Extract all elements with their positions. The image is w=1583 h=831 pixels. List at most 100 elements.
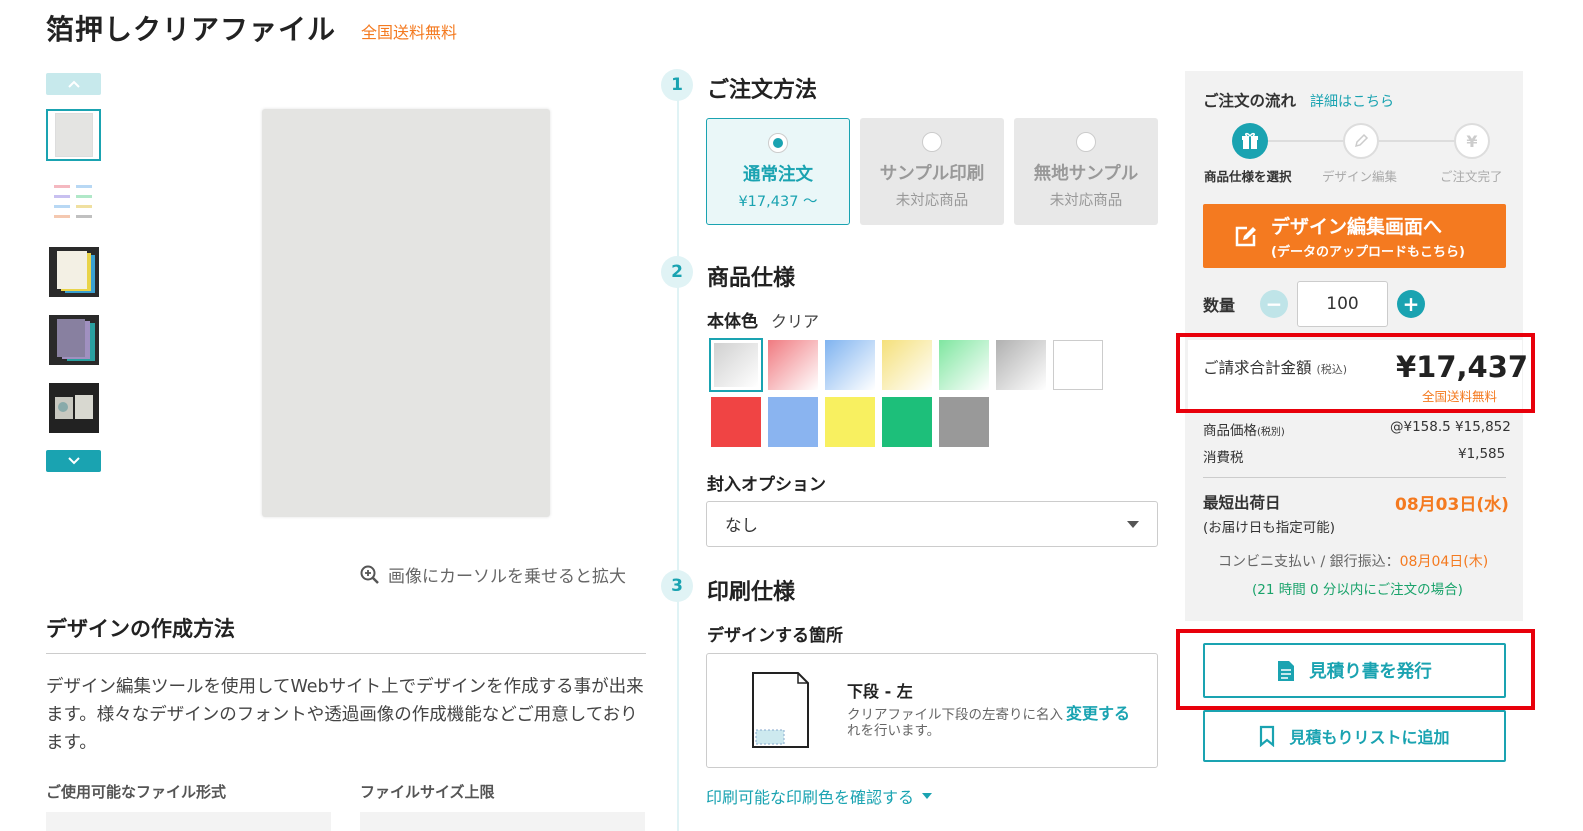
product-price-value: @¥158.5 ¥15,852 — [1390, 419, 1511, 435]
color-swatch[interactable] — [939, 340, 989, 390]
thumbnail-scroll-down-button[interactable] — [46, 450, 101, 472]
thumbnail-3[interactable] — [46, 246, 101, 298]
step-timeline — [677, 72, 679, 831]
color-swatch[interactable] — [996, 340, 1046, 390]
insert-option-value: なし — [725, 516, 758, 535]
color-swatches-row-2 — [711, 397, 989, 447]
pencil-icon — [1354, 133, 1369, 148]
shortest-ship-label: 最短出荷日 — [1203, 494, 1281, 512]
order-method-status: 未対応商品 — [1049, 193, 1123, 209]
color-swatch[interactable] — [1053, 340, 1103, 390]
order-method-normal[interactable]: 通常注文 ¥17,437 ～ — [706, 118, 850, 225]
body-color-value: クリア — [771, 312, 820, 331]
order-method-plain-sample[interactable]: 無地サンプル 未対応商品 — [1014, 118, 1158, 225]
thumbnail-image — [48, 315, 99, 365]
thumbnail-2[interactable] — [46, 178, 101, 230]
flow-step-select-spec — [1232, 123, 1268, 159]
thumbnail-1[interactable] — [46, 109, 101, 161]
step-title-print-spec: 印刷仕様 — [707, 580, 796, 605]
color-swatch[interactable] — [939, 397, 989, 447]
change-location-link[interactable]: 変更する — [1066, 700, 1130, 724]
yen-icon: ¥ — [1466, 131, 1478, 151]
design-method-heading: デザインの作成方法 — [46, 617, 235, 641]
highlight-total-box — [1176, 333, 1535, 413]
consumption-tax-label: 消費税 — [1203, 450, 1244, 466]
step-number-1: 1 — [661, 69, 693, 101]
add-to-estimate-list-label: 見積もりリストに追加 — [1289, 728, 1450, 747]
design-location-title: 下段 - 左 — [847, 682, 913, 701]
color-swatch[interactable] — [882, 397, 932, 447]
dropdown-caret-icon — [1127, 520, 1139, 528]
order-method-price: ¥17,437 ～ — [738, 194, 818, 210]
chevron-down-icon — [67, 457, 80, 465]
thumbnail-image — [53, 185, 92, 218]
quantity-decrement-button[interactable]: − — [1260, 290, 1288, 318]
color-swatch[interactable] — [768, 340, 818, 390]
product-title: 箔押しクリアファイル — [46, 13, 337, 46]
clear-file-location-icon — [752, 672, 809, 748]
step-title-product-spec: 商品仕様 — [707, 266, 796, 291]
highlight-estimate-box — [1176, 629, 1535, 710]
free-shipping-label: 全国送料無料 — [361, 23, 458, 42]
color-swatch[interactable] — [768, 397, 818, 447]
radio-button[interactable] — [922, 132, 942, 152]
order-method-sample-print[interactable]: サンプル印刷 未対応商品 — [860, 118, 1004, 225]
order-method-label: 通常注文 — [743, 165, 813, 185]
confirm-print-colors-text: 印刷可能な印刷色を確認する — [706, 788, 915, 807]
radio-button[interactable] — [768, 133, 788, 153]
order-flow-details-link[interactable]: 詳細はこちら — [1310, 91, 1394, 111]
design-editor-button-sublabel: (データのアップロードもこちら) — [1271, 245, 1465, 260]
add-to-estimate-list-button[interactable]: 見積もりリストに追加 — [1203, 710, 1506, 762]
edit-icon — [1235, 226, 1256, 247]
flow-step-design-edit — [1343, 123, 1379, 159]
flow-step-label-1: 商品仕様を選択 — [1204, 169, 1292, 184]
step-title-order-method: ご注文方法 — [707, 78, 818, 103]
thumbnail-5[interactable] — [46, 382, 101, 434]
thumbnail-image — [48, 383, 99, 433]
product-main-image[interactable] — [262, 109, 550, 517]
quantity-label: 数量 — [1203, 296, 1236, 315]
file-size-label: ファイルサイズ上限 — [360, 783, 495, 801]
thumbnail-image — [48, 247, 99, 297]
flow-step-label-3: ご注文完了 — [1440, 169, 1503, 184]
consumption-tax-value: ¥1,585 — [1458, 446, 1506, 462]
order-deadline-note: (21 時間 0 分以内にご注文の場合) — [1252, 582, 1463, 598]
order-method-label: サンプル印刷 — [879, 164, 985, 184]
color-swatch[interactable] — [711, 397, 761, 447]
order-method-label: 無地サンプル — [1033, 164, 1139, 184]
design-method-body: デザイン編集ツールを使用してWebサイト上でデザインを作成する事が出来ます。様々… — [46, 677, 644, 753]
color-swatch[interactable] — [825, 397, 875, 447]
bookmark-icon — [1260, 725, 1275, 747]
order-method-status: 未対応商品 — [895, 193, 969, 209]
body-color-label: 本体色 — [707, 312, 758, 332]
insert-option-select[interactable]: なし — [706, 501, 1158, 547]
step-number-3: 3 — [661, 570, 693, 602]
design-location-desc: クリアファイル下段の左寄りに名入れを行います。 — [847, 707, 1063, 739]
product-price-label-text: 商品価格 — [1203, 423, 1257, 439]
quantity-increment-button[interactable]: + — [1397, 290, 1425, 318]
step-number-2: 2 — [661, 256, 693, 288]
radio-button[interactable] — [1076, 132, 1096, 152]
thumbnail-scroll-up-button[interactable] — [46, 73, 101, 95]
minus-icon: − — [1265, 292, 1283, 316]
zoom-hint-text: 画像にカーソルを乗せると拡大 — [388, 567, 626, 587]
design-location-label: デザインする箇所 — [707, 626, 843, 646]
chevron-down-icon — [922, 793, 933, 799]
design-editor-button[interactable]: デザイン編集画面へ (データのアップロードもこちら) — [1203, 204, 1506, 268]
design-editor-button-label: デザイン編集画面へ — [1271, 216, 1443, 238]
gift-icon — [1242, 132, 1258, 149]
color-swatch[interactable] — [882, 340, 932, 390]
confirm-print-colors-link[interactable]: 印刷可能な印刷色を確認する — [706, 784, 933, 808]
color-swatch[interactable] — [825, 340, 875, 390]
insert-option-label: 封入オプション — [707, 475, 826, 495]
plus-icon: + — [1402, 292, 1420, 316]
flow-step-order-complete: ¥ — [1454, 123, 1490, 159]
order-flow-title: ご注文の流れ — [1203, 92, 1297, 110]
quantity-input[interactable]: 100 — [1297, 281, 1388, 327]
file-size-box — [360, 812, 645, 831]
chevron-up-icon — [67, 80, 80, 88]
thumbnail-image — [54, 113, 93, 157]
color-swatch[interactable] — [709, 338, 763, 392]
thumbnail-4[interactable] — [46, 314, 101, 366]
file-formats-box — [46, 812, 331, 831]
